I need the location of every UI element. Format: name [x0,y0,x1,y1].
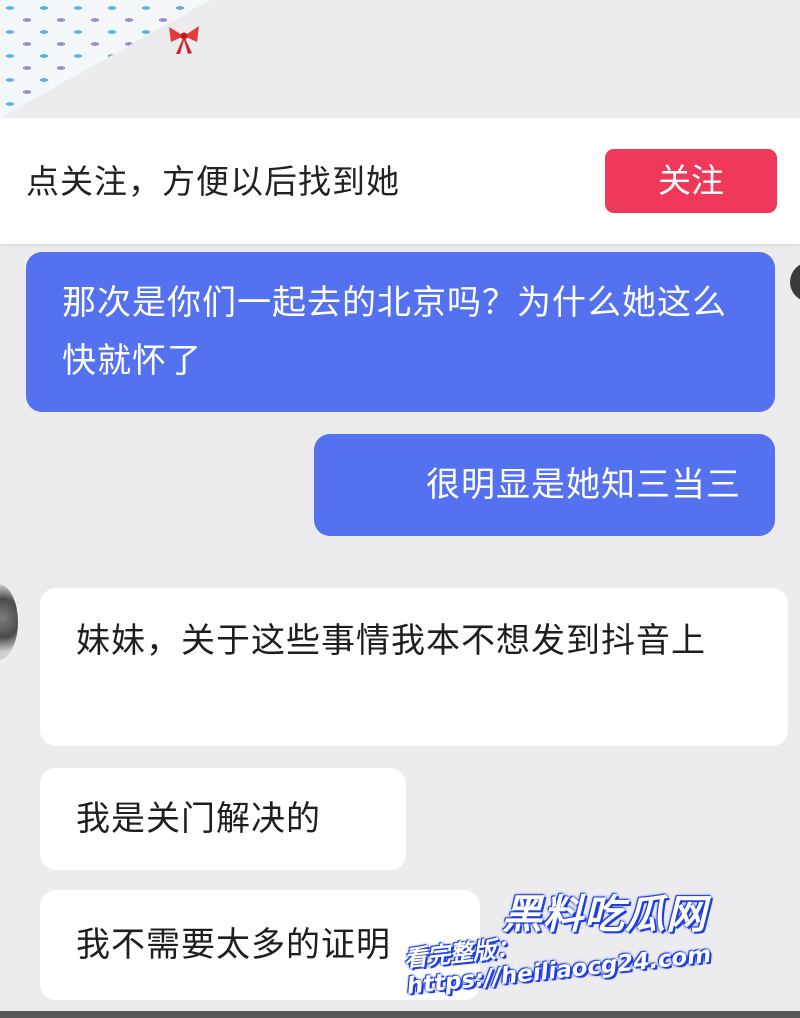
message-bubble-sent: 那次是你们一起去的北京吗？为什么她这么快就怀了 [26,252,775,412]
message-bubble-received: 我是关门解决的 [40,768,406,870]
message-bubble-sent: 很明显是她知三当三 [314,434,775,536]
message-bubble-received: 妹妹，关于这些事情我本不想发到抖音上 [40,588,788,746]
fish-pattern-decoration [0,0,210,118]
ribbon-bow-icon [169,26,199,54]
receiver-avatar[interactable] [0,584,18,660]
follow-prompt-text: 点关注，方便以后找到她 [26,162,400,201]
top-header-decoration [0,0,800,118]
follow-button[interactable]: 关注 [605,149,777,213]
bottom-border [0,1011,800,1018]
sender-avatar[interactable] [790,262,800,302]
